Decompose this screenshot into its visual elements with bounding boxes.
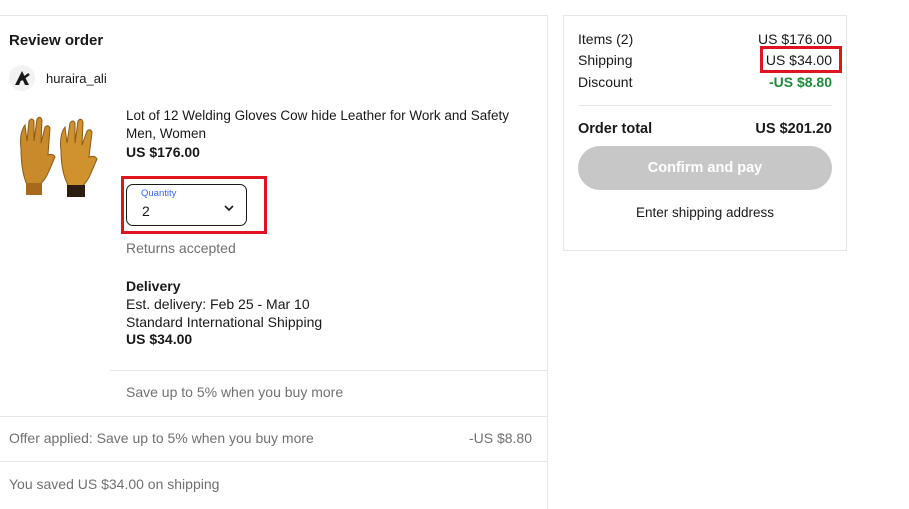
discount-label: Discount <box>578 74 633 90</box>
delivery-price: US $34.00 <box>126 331 193 347</box>
shipping-highlight-box <box>760 46 842 73</box>
seller-logo-icon <box>9 65 35 91</box>
divider <box>0 416 548 417</box>
order-total-value: US $201.20 <box>755 121 832 137</box>
items-label: Items (2) <box>578 31 634 47</box>
save-more-offer: Save up to 5% when you buy more <box>126 384 344 400</box>
discount-value: -US $8.80 <box>768 74 832 90</box>
offer-applied-amount: -US $8.80 <box>468 430 532 446</box>
leather-gloves-image[interactable] <box>15 111 103 203</box>
returns-policy: Returns accepted <box>126 240 236 256</box>
review-order-panel: Review order huraira_ali Lot of 12 Weldi… <box>0 15 548 509</box>
saved-shipping-text: You saved US $34.00 on shipping <box>9 476 220 492</box>
shipping-label: Shipping <box>578 52 633 68</box>
delivery-method: Standard International Shipping <box>126 314 323 330</box>
page-title: Review order <box>9 32 104 49</box>
enter-shipping-address-prompt: Enter shipping address <box>635 205 775 220</box>
quantity-label: Quantity <box>141 188 177 199</box>
delivery-estimate: Est. delivery: Feb 25 - Mar 10 <box>126 296 310 312</box>
chevron-down-icon <box>223 200 235 212</box>
quantity-select[interactable]: Quantity 2 <box>126 184 247 226</box>
divider <box>578 105 832 106</box>
divider <box>0 461 548 462</box>
seller-name[interactable]: huraira_ali <box>46 71 107 86</box>
divider <box>110 370 548 371</box>
item-title-link[interactable]: Lot of 12 Welding Gloves Cow hide Leathe… <box>126 107 526 143</box>
offer-applied-text: Offer applied: Save up to 5% when you bu… <box>9 430 314 446</box>
delivery-heading: Delivery <box>126 278 181 294</box>
confirm-and-pay-button[interactable]: Confirm and pay <box>578 146 832 190</box>
seller-info: huraira_ali <box>9 65 107 91</box>
quantity-value: 2 <box>142 203 150 219</box>
item-price: US $176.00 <box>126 144 200 160</box>
order-summary-panel: Items (2) US $176.00 Shipping US $34.00 … <box>563 15 847 251</box>
order-total-label: Order total <box>578 121 653 137</box>
items-value: US $176.00 <box>758 31 832 47</box>
